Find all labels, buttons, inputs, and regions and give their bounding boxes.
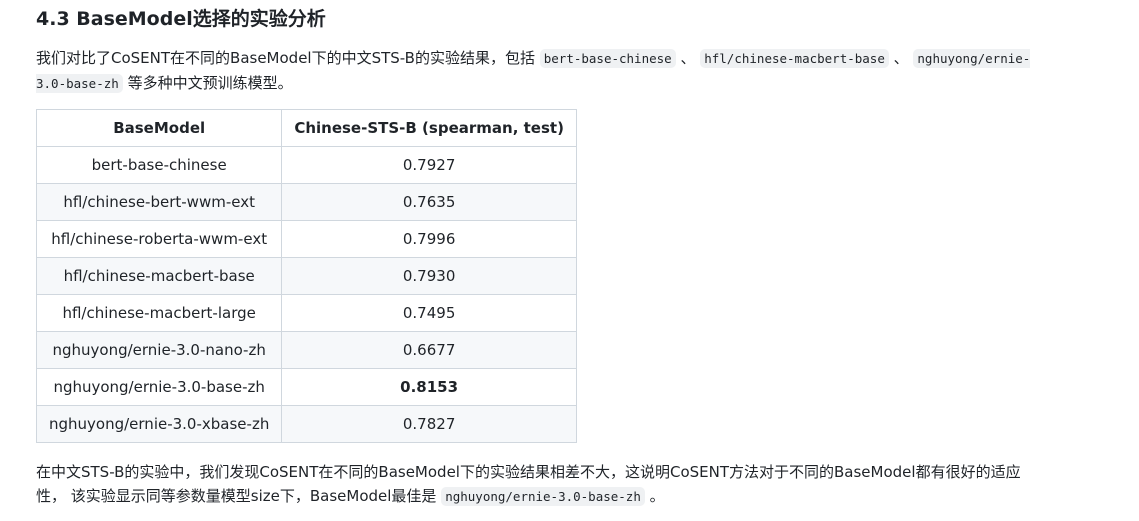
cell-basemodel: bert-base-chinese bbox=[35, 146, 283, 184]
conclusion-text-end: 。 bbox=[644, 487, 665, 505]
cell-score: 0.7635 bbox=[281, 183, 577, 221]
inline-code: nghuyong/ernie-3.0-base-zh bbox=[441, 487, 645, 506]
table-header-row: BaseModel Chinese-STS-B (spearman, test) bbox=[35, 109, 577, 147]
results-table: BaseModel Chinese-STS-B (spearman, test)… bbox=[35, 109, 577, 443]
cell-score: 0.8153 bbox=[281, 368, 577, 406]
table-row: nghuyong/ernie-3.0-base-zh 0.8153 bbox=[35, 368, 577, 406]
cell-score: 0.7927 bbox=[281, 146, 577, 184]
inline-code: hfl/chinese-macbert-base bbox=[700, 49, 889, 68]
table-row: bert-base-chinese 0.7927 bbox=[35, 146, 577, 184]
cell-basemodel: hfl/chinese-macbert-large bbox=[35, 294, 283, 332]
cell-basemodel: nghuyong/ernie-3.0-nano-zh bbox=[35, 331, 283, 369]
table-row: nghuyong/ernie-3.0-xbase-zh 0.7827 bbox=[35, 405, 577, 443]
cell-basemodel: hfl/chinese-bert-wwm-ext bbox=[35, 183, 283, 221]
cell-score: 0.6677 bbox=[281, 331, 577, 369]
cell-score: 0.7996 bbox=[281, 220, 577, 258]
column-header-basemodel: BaseModel bbox=[35, 109, 283, 147]
cell-score: 0.7495 bbox=[281, 294, 577, 332]
cell-basemodel: hfl/chinese-roberta-wwm-ext bbox=[35, 220, 283, 258]
inline-code: bert-base-chinese bbox=[539, 49, 676, 68]
cell-basemodel: hfl/chinese-macbert-base bbox=[35, 257, 283, 295]
cell-score: 0.7930 bbox=[281, 257, 577, 295]
table-row: hfl/chinese-bert-wwm-ext 0.7635 bbox=[35, 183, 577, 221]
intro-text: 我们对比了CoSENT在不同的BaseModel下的中文STS-B的实验结果，包… bbox=[36, 49, 540, 67]
conclusion-paragraph: 在中文STS-B的实验中，我们发现CoSENT在不同的BaseModel下的实验… bbox=[36, 460, 1036, 509]
cell-basemodel: nghuyong/ernie-3.0-base-zh bbox=[35, 368, 283, 406]
cell-basemodel: nghuyong/ernie-3.0-xbase-zh bbox=[35, 405, 283, 443]
cell-score: 0.7827 bbox=[281, 405, 577, 443]
table-row: hfl/chinese-roberta-wwm-ext 0.7996 bbox=[35, 220, 577, 258]
column-header-score: Chinese-STS-B (spearman, test) bbox=[281, 109, 577, 147]
separator: 、 bbox=[888, 49, 914, 67]
intro-text-end: 等多种中文预训练模型。 bbox=[122, 74, 293, 92]
table-row: hfl/chinese-macbert-base 0.7930 bbox=[35, 257, 577, 295]
table-row: hfl/chinese-macbert-large 0.7495 bbox=[35, 294, 577, 332]
intro-paragraph: 我们对比了CoSENT在不同的BaseModel下的中文STS-B的实验结果，包… bbox=[36, 46, 1036, 96]
table-row: nghuyong/ernie-3.0-nano-zh 0.6677 bbox=[35, 331, 577, 369]
separator: 、 bbox=[675, 49, 701, 67]
section-heading: 4.3 BaseModel选择的实验分析 bbox=[36, 8, 326, 30]
